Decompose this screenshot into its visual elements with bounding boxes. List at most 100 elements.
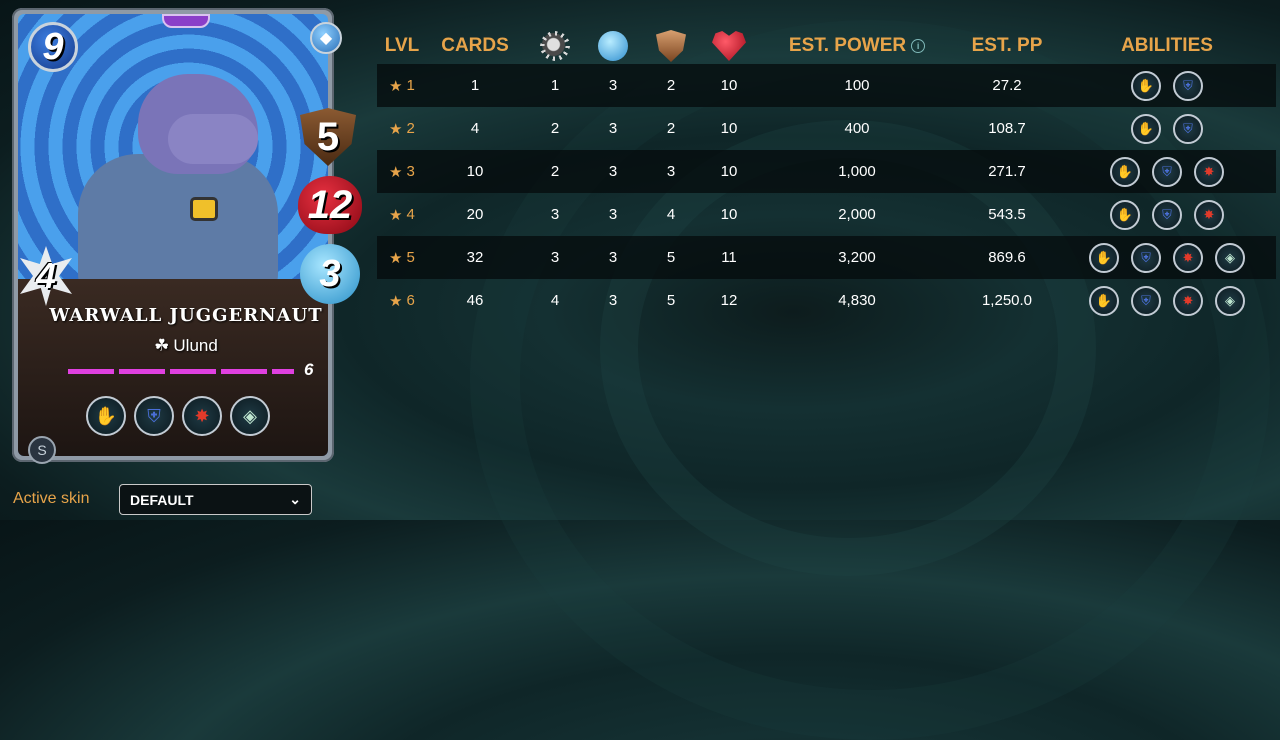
armor-icon [651,28,691,64]
enrage-icon[interactable]: ✸ [1173,242,1203,273]
cell-armor: 5 [666,249,676,266]
health-icon [709,28,749,64]
enrage-icon[interactable]: ✸ [182,396,222,436]
cell-abilities: ✋ ⛨ ✸ ◈ [1077,279,1257,322]
health-stat-badge: 12 [298,176,362,234]
cell-speed: 3 [608,292,618,309]
cell-pp: 271.7 [988,163,1026,180]
cell-level: ★ 4 [389,193,429,236]
cell-pp: 27.2 [992,77,1022,94]
monster-card: 9 ◆ 5 12 3 4 WARWALL JUGGERNAUT ☘ Ulund 6… [12,8,362,464]
table-row: ★ 3 10 2 3 3 10 1,000 271.7 ✋ ⛨ ✸ [377,150,1276,193]
star-icon: ★ [389,249,403,267]
cell-health: 10 [720,77,738,94]
cell-speed: 3 [608,163,618,180]
cell-armor: 2 [666,120,676,137]
level-value: 2 [406,120,415,137]
table-row: ★ 1 1 1 3 2 10 100 27.2 ✋ ⛨ [377,64,1276,107]
cell-abilities: ✋ ⛨ ✸ [1077,193,1257,236]
level-value: 3 [406,163,415,180]
shield-icon[interactable]: ⛨ [1131,242,1161,273]
level-value: 4 [406,206,415,223]
cell-speed: 3 [608,249,618,266]
claw-icon[interactable]: ✋ [1110,199,1140,230]
star-icon: ★ [389,206,403,224]
edition-label: Ulund [173,336,218,355]
cell-attack: 3 [550,206,560,223]
chevron-down-icon: ⌄ [289,491,301,507]
health-value: 12 [307,182,353,227]
cell-cards: 20 [466,206,484,223]
header-lvl: LVL [384,35,420,56]
card-abilities: ✋ ⛨ ✸ ◈ [86,396,270,436]
card-name: WARWALL JUGGERNAUT [49,305,323,326]
cell-cards: 46 [466,292,484,309]
claw-icon[interactable]: ✋ [1131,70,1161,101]
shield-icon[interactable]: ⛨ [1152,199,1182,230]
table-body: ★ 1 1 1 3 2 10 100 27.2 ✋ ⛨ ★ 2 4 2 3 2 10 400 108.7 ✋ ⛨ ★ 3 10 2… [377,64,1276,322]
table-row: ★ 2 4 2 3 2 10 400 108.7 ✋ ⛨ [377,107,1276,150]
cell-abilities: ✋ ⛨ ✸ [1077,150,1257,193]
level-value: 6 [406,292,415,309]
splinterlands-logo-icon: S [28,436,56,464]
cell-abilities: ✋ ⛨ [1077,107,1257,150]
shield-icon[interactable]: ⛨ [1173,113,1203,144]
cell-power: 2,000 [838,206,876,223]
star-icon: ★ [389,292,403,310]
cell-attack: 4 [550,292,560,309]
level-stats-table: LVL CARDS EST. POWER i EST. PP ABILITIES … [377,28,1276,322]
cell-level: ★ 5 [389,236,429,279]
diamond-icon[interactable]: ◈ [230,396,270,436]
diamond-icon[interactable]: ◈ [1215,285,1245,316]
enrage-icon[interactable]: ✸ [1194,156,1224,187]
header-est-power: EST. POWER i [777,28,937,64]
table-row: ★ 5 32 3 3 5 11 3,200 869.6 ✋ ⛨ ✸ ◈ [377,236,1276,279]
cell-pp: 108.7 [988,120,1026,137]
header-cards: CARDS [441,35,509,56]
cell-level: ★ 3 [389,150,429,193]
claw-icon[interactable]: ✋ [1110,156,1140,187]
shield-icon[interactable]: ⛨ [1131,285,1161,316]
mana-cost-value: 9 [42,25,64,68]
star-icon: ★ [389,120,403,138]
claw-icon[interactable]: ✋ [86,396,126,436]
level-value: 5 [406,249,415,266]
table-row: ★ 6 46 4 3 5 12 4,830 1,250.0 ✋ ⛨ ✸ ◈ [377,279,1276,322]
cell-attack: 3 [550,249,560,266]
cell-cards: 4 [470,120,480,137]
cell-power: 4,830 [838,292,876,309]
header-abilities: ABILITIES [1121,35,1213,56]
water-element-icon: ◆ [310,22,342,54]
claw-icon[interactable]: ✋ [1131,113,1161,144]
shield-icon[interactable]: ⛨ [1152,156,1182,187]
cell-speed: 3 [608,77,618,94]
card-level: 6 [304,360,314,379]
cell-attack: 2 [550,120,560,137]
cell-power: 100 [844,77,870,94]
info-icon[interactable]: i [911,39,926,53]
enrage-icon[interactable]: ✸ [1173,285,1203,316]
speed-icon [593,28,633,64]
shield-icon[interactable]: ⛨ [134,396,174,436]
star-icon: ★ [389,163,403,181]
claw-icon[interactable]: ✋ [1089,242,1119,273]
cell-speed: 3 [608,206,618,223]
cell-health: 12 [720,292,738,309]
card-artwork [18,14,328,456]
creature-snout [168,114,258,164]
cell-armor: 4 [666,206,676,223]
melee-attack-icon [535,28,575,64]
table-header: LVL CARDS EST. POWER i EST. PP ABILITIES [377,28,1276,64]
speed-value: 3 [319,252,341,295]
claw-icon[interactable]: ✋ [1089,285,1119,316]
diamond-icon[interactable]: ◈ [1215,242,1245,273]
enrage-icon[interactable]: ✸ [1194,199,1224,230]
cell-attack: 1 [550,77,560,94]
cell-abilities: ✋ ⛨ ✸ ◈ [1077,236,1257,279]
skin-select[interactable]: DEFAULT ⌄ [119,484,312,515]
skin-select-value: DEFAULT [130,491,194,508]
shield-icon[interactable]: ⛨ [1173,70,1203,101]
speed-stat-badge: 3 [300,244,360,304]
edition-icon: ☘ [154,336,170,355]
table-row: ★ 4 20 3 3 4 10 2,000 543.5 ✋ ⛨ ✸ [377,193,1276,236]
